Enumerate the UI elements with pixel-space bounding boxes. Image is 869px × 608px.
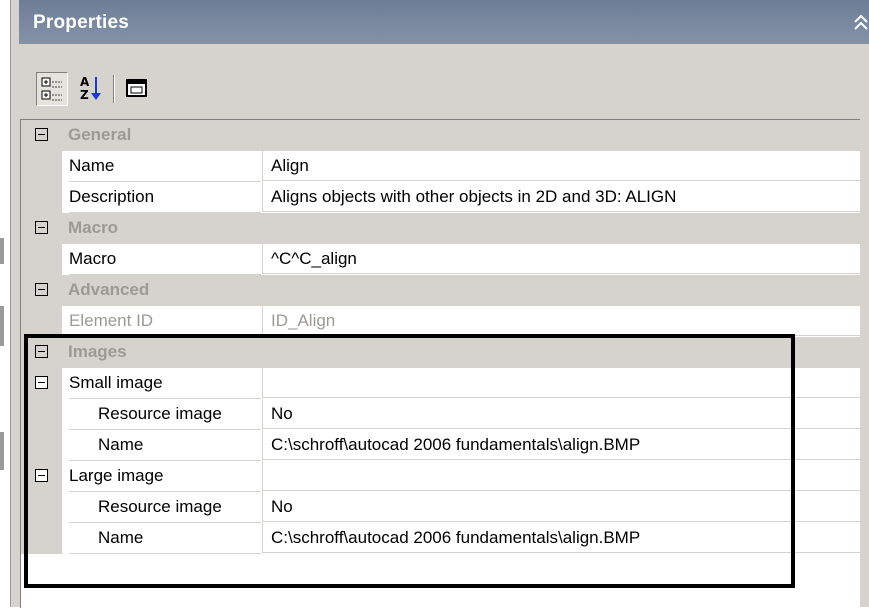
toolbar-separator [113,75,115,103]
row-margin [21,523,62,554]
svg-text:Z: Z [80,88,89,102]
left-edge [0,0,10,607]
category-label: Macro [68,218,119,237]
property-row-description[interactable]: Description Aligns objects with other ob… [21,182,860,213]
category-images[interactable]: Images [21,337,860,368]
row-margin [21,399,62,430]
category-advanced[interactable]: Advanced [21,275,860,306]
property-row-small-name[interactable]: Name C:\schroff\autocad 2006 fundamental… [21,430,860,461]
collapse-icon[interactable] [35,345,48,358]
property-row-large-name[interactable]: Name C:\schroff\autocad 2006 fundamental… [21,523,860,554]
category-label: General [68,125,132,144]
properties-toolbar: A Z [20,67,858,111]
panel-titlebar: Properties [19,0,869,44]
property-label: Name [69,430,261,461]
property-label: Description [69,182,261,213]
sort-az-icon: A Z [80,75,101,102]
left-edge-mark [0,432,4,470]
property-row-large-image[interactable]: Large image [21,461,860,492]
category-label: Advanced [68,280,150,299]
property-label: Large image [69,461,261,492]
property-value[interactable]: No [262,492,860,522]
property-row-macro[interactable]: Macro ^C^C_align [21,244,860,275]
row-margin [21,151,62,182]
panel-title: Properties [33,12,129,33]
category-label: Images [68,342,127,361]
property-value: ID_Align [262,306,860,336]
svg-text:A: A [80,75,90,89]
category-general[interactable]: General [21,120,860,151]
categorized-view-button[interactable] [36,72,68,106]
property-value[interactable]: ^C^C_align [262,244,860,274]
collapse-icon[interactable] [35,376,48,389]
property-row-small-resource-image[interactable]: Resource image No [21,399,860,430]
left-edge-mark [0,238,4,264]
category-macro[interactable]: Macro [21,213,860,244]
row-margin [21,244,62,275]
collapse-icon[interactable] [35,283,48,296]
property-pages-icon [126,79,147,97]
property-pages-button[interactable] [122,72,152,104]
property-grid: General Name Align Description Aligns ob… [20,119,860,608]
row-margin [21,430,62,461]
property-label: Resource image [69,399,261,430]
property-label: Macro [69,244,261,275]
property-label: Element ID [69,306,261,337]
row-margin [21,306,62,337]
property-value[interactable]: Aligns objects with other objects in 2D … [262,182,860,212]
property-value[interactable]: Align [262,151,860,181]
property-value[interactable]: C:\schroff\autocad 2006 fundamentals\ali… [262,523,860,553]
row-margin [21,182,62,213]
row-margin [21,492,62,523]
property-value[interactable]: No [262,399,860,429]
property-label: Name [69,151,261,182]
property-label: Name [69,523,261,554]
property-label: Resource image [69,492,261,523]
collapse-icon[interactable] [35,221,48,234]
collapse-icon[interactable] [35,128,48,141]
categorized-icon [41,77,62,101]
property-row-name[interactable]: Name Align [21,151,860,182]
property-row-small-image[interactable]: Small image [21,368,860,399]
property-label: Small image [69,368,261,399]
property-value [262,368,860,398]
left-edge-mark [0,306,4,346]
property-value[interactable]: C:\schroff\autocad 2006 fundamentals\ali… [262,430,860,460]
double-chevron-up-icon[interactable] [850,10,869,34]
collapse-icon[interactable] [35,469,48,482]
property-row-element-id[interactable]: Element ID ID_Align [21,306,860,337]
alphabetical-sort-button[interactable]: A Z [76,72,106,104]
property-row-large-resource-image[interactable]: Resource image No [21,492,860,523]
property-value [262,461,860,491]
